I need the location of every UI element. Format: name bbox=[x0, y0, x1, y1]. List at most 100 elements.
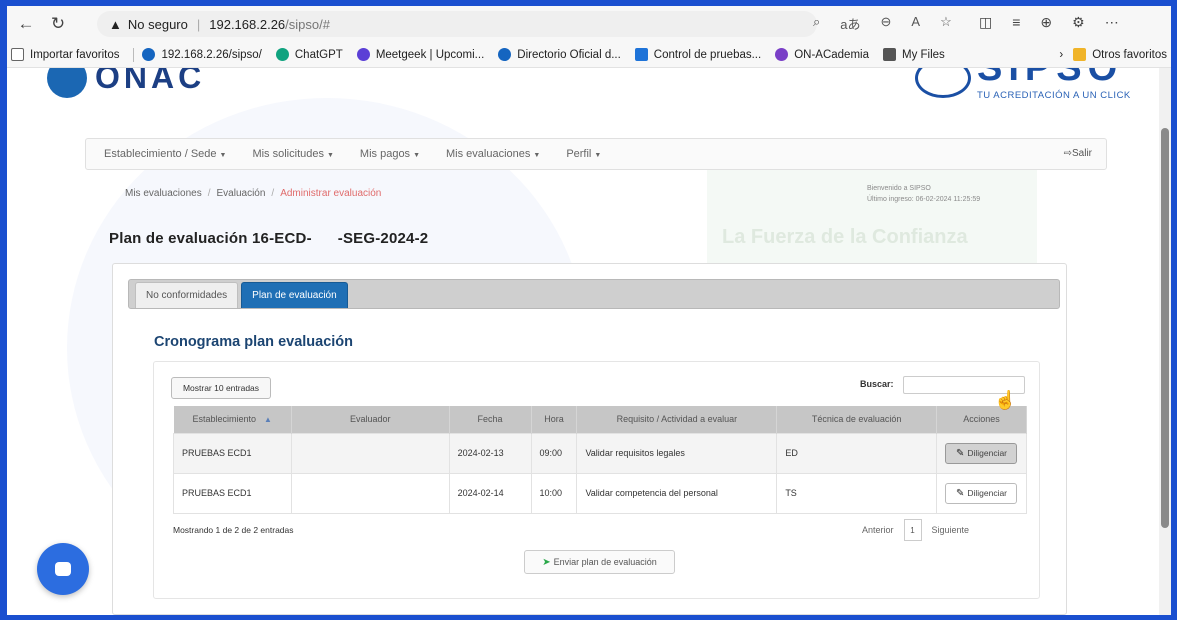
meetgeek-icon bbox=[356, 48, 370, 61]
hand-cursor-icon: ☝ bbox=[994, 390, 1017, 410]
chevron-right-icon: › bbox=[1059, 48, 1064, 61]
read-aloud-icon[interactable]: A bbox=[911, 14, 920, 33]
favorite-star-icon[interactable]: ☆ bbox=[940, 14, 952, 33]
onac-logo: ONAC bbox=[47, 68, 205, 98]
tab-plan-evaluacion[interactable]: Plan de evaluación bbox=[241, 282, 348, 308]
cell-requisito: Validar competencia del personal bbox=[576, 472, 778, 514]
favorite-item[interactable]: Control de pruebas... bbox=[634, 48, 762, 61]
scrollbar-thumb[interactable] bbox=[1161, 128, 1169, 528]
pagination: Anterior 1 Siguiente bbox=[862, 519, 969, 541]
collections-icon[interactable]: ⊕ bbox=[1040, 14, 1052, 31]
favorite-item[interactable]: 192.168.2.26/sipso/ bbox=[142, 48, 262, 61]
tab-no-conformidades[interactable]: No conformidades bbox=[135, 282, 239, 308]
menu-perfil[interactable]: Perfil ▼ bbox=[566, 148, 601, 160]
welcome-info: Bienvenido a SIPSO Último ingreso: 06-02… bbox=[867, 183, 980, 205]
cell-tecnica: ED bbox=[776, 432, 937, 474]
menu-evaluaciones[interactable]: Mis evaluaciones ▼ bbox=[446, 148, 540, 160]
browser-frame: ← ↻ ▲ No seguro | 192.168.2.26 /sipso/# … bbox=[0, 0, 1177, 620]
favorite-label: My Files bbox=[901, 48, 945, 61]
pencil-icon: ✎ bbox=[955, 487, 965, 499]
import-icon bbox=[11, 48, 24, 61]
favorite-item[interactable]: Meetgeek | Upcomi... bbox=[356, 48, 484, 61]
diligenciar-button[interactable]: ✎ Diligenciar bbox=[945, 482, 1018, 504]
breadcrumb-item[interactable]: Evaluación bbox=[217, 188, 266, 199]
favorite-label: Directorio Oficial d... bbox=[517, 48, 621, 61]
reload-icon[interactable]: ↻ bbox=[45, 11, 71, 37]
show-entries-button[interactable]: Mostrar 10 entradas bbox=[171, 377, 271, 399]
cell-hora: 09:00 bbox=[530, 432, 578, 474]
section-title: Cronograma plan evaluación bbox=[154, 334, 354, 350]
address-bar-icons: ⌕ aあ ⊖ A ☆ bbox=[813, 14, 952, 33]
column-header-hora[interactable]: Hora bbox=[531, 406, 578, 433]
pagination-prev[interactable]: Anterior bbox=[862, 525, 894, 535]
breadcrumb: Mis evaluaciones / Evaluación / Administ… bbox=[125, 188, 381, 199]
favorite-item[interactable]: ON-ACademia bbox=[775, 48, 869, 61]
warning-icon: ▲ bbox=[109, 16, 122, 32]
favorite-item[interactable]: Importar favoritos bbox=[11, 48, 119, 61]
favorite-label: ON-ACademia bbox=[794, 48, 869, 61]
favorite-label: 192.168.2.26/sipso/ bbox=[161, 48, 262, 61]
folder-icon bbox=[1073, 48, 1087, 61]
favorite-label: Control de pruebas... bbox=[653, 48, 762, 61]
search-label: Buscar: bbox=[860, 379, 894, 389]
favorite-item[interactable]: ChatGPT bbox=[275, 48, 343, 61]
send-icon: ➤ bbox=[542, 556, 551, 568]
diligenciar-button[interactable]: ✎ Diligenciar bbox=[945, 442, 1018, 464]
other-favorites[interactable]: › Otros favoritos bbox=[1059, 48, 1167, 61]
breadcrumb-separator: / bbox=[207, 188, 211, 199]
logout-link[interactable]: ⇨Salir bbox=[1064, 148, 1092, 159]
extensions-icon[interactable]: ⚙ bbox=[1072, 14, 1085, 31]
chat-icon bbox=[55, 562, 71, 576]
breadcrumb-item[interactable]: Mis evaluaciones bbox=[125, 188, 202, 199]
page-scrollbar[interactable] bbox=[1159, 68, 1171, 615]
cell-acciones: ✎ Diligenciar bbox=[935, 472, 1028, 514]
sipso-logo: SIPSO TU ACREDITACIÓN A UN CLICK bbox=[915, 68, 1131, 101]
menu-establecimiento[interactable]: Establecimiento / Sede ▼ bbox=[104, 148, 226, 160]
search-icon[interactable]: ⌕ bbox=[813, 14, 820, 33]
translate-icon[interactable]: aあ bbox=[840, 14, 860, 33]
pagination-next[interactable]: Siguiente bbox=[932, 525, 970, 535]
sort-asc-icon: ▲ bbox=[264, 415, 272, 425]
breadcrumb-active: Administrar evaluación bbox=[280, 188, 382, 199]
favorite-item[interactable]: Directorio Oficial d... bbox=[498, 48, 621, 61]
send-plan-button[interactable]: ➤ Enviar plan de evaluación bbox=[524, 550, 675, 574]
toolbar-right-icons: ◫ ≡ ⊕ ⚙ ⋯ bbox=[979, 14, 1119, 31]
favorites-divider bbox=[133, 47, 135, 62]
address-separator: | bbox=[196, 16, 201, 32]
breadcrumb-separator: / bbox=[271, 188, 275, 199]
address-bar[interactable]: ▲ No seguro | 192.168.2.26 /sipso/# bbox=[97, 11, 817, 37]
cell-hora: 10:00 bbox=[530, 472, 578, 514]
favorites-icon[interactable]: ≡ bbox=[1012, 14, 1020, 31]
menu-pagos[interactable]: Mis pagos ▼ bbox=[360, 148, 420, 160]
favorites-bar: Importar favoritos 192.168.2.26/sipso/ C… bbox=[7, 42, 1171, 68]
menu-solicitudes[interactable]: Mis solicitudes ▼ bbox=[252, 148, 333, 160]
caret-down-icon: ▼ bbox=[326, 152, 334, 159]
favorite-label: ChatGPT bbox=[294, 48, 343, 61]
cell-fecha: 2024-02-14 bbox=[448, 472, 532, 514]
table-info: Mostrando 1 de 2 de 2 entradas bbox=[173, 525, 294, 535]
cell-establecimiento: PRUEBAS ECD1 bbox=[173, 472, 292, 514]
cell-fecha: 2024-02-13 bbox=[448, 432, 532, 474]
table-row: PRUEBAS ECD1 2024-02-14 10:00 Validar co… bbox=[173, 472, 1028, 514]
table-row: PRUEBAS ECD1 2024-02-13 09:00 Validar re… bbox=[173, 432, 1028, 474]
back-icon[interactable]: ← bbox=[13, 11, 39, 37]
cell-evaluador bbox=[290, 472, 450, 514]
column-header-evaluador[interactable]: Evaluador bbox=[291, 406, 450, 433]
split-screen-icon[interactable]: ◫ bbox=[979, 14, 992, 31]
chat-launcher-button[interactable] bbox=[37, 543, 89, 595]
zoom-icon[interactable]: ⊖ bbox=[881, 14, 892, 33]
column-header-requisito[interactable]: Requisito / Actividad a evaluar bbox=[576, 406, 778, 433]
table-header-row: Establecimiento ▲ Evaluador Fecha Hora Re… bbox=[173, 406, 1028, 433]
pagination-page[interactable]: 1 bbox=[903, 519, 922, 541]
url-host: 192.168.2.26 bbox=[209, 16, 286, 32]
evaluation-panel: No conformidades Plan de evaluación Cron… bbox=[112, 263, 1067, 615]
schedule-table: Establecimiento ▲ Evaluador Fecha Hora Re… bbox=[173, 406, 1028, 514]
favorite-item[interactable]: My Files bbox=[882, 48, 945, 61]
forms-icon bbox=[634, 48, 648, 61]
caret-down-icon: ▼ bbox=[533, 152, 541, 159]
caret-down-icon: ▼ bbox=[413, 152, 420, 159]
more-icon[interactable]: ⋯ bbox=[1105, 14, 1119, 31]
column-header-fecha[interactable]: Fecha bbox=[449, 406, 532, 433]
column-header-establecimiento[interactable]: Establecimiento ▲ bbox=[173, 406, 292, 433]
column-header-tecnica[interactable]: Técnica de evaluación bbox=[776, 406, 937, 433]
